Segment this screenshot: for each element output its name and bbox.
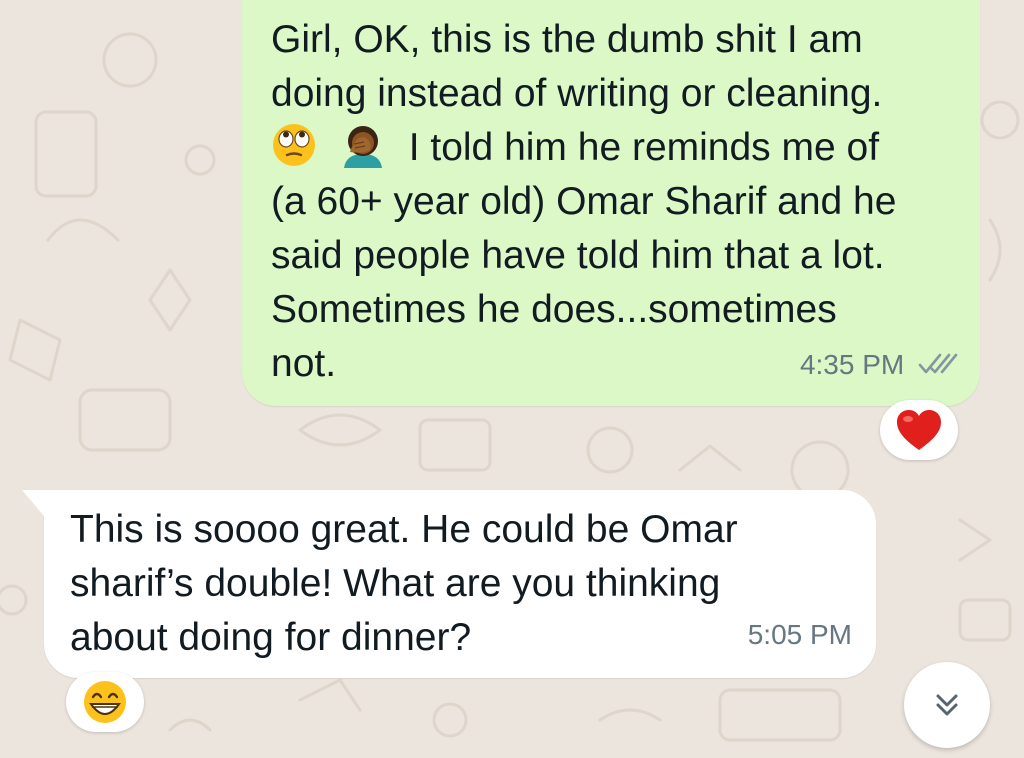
incoming-message-text: This is soooo great. He could be Omar sh… <box>70 503 738 665</box>
read-ticks-icon <box>918 353 958 374</box>
person-facepalming-emoji <box>343 126 382 168</box>
red-heart-emoji <box>897 410 941 450</box>
outgoing-message-bubble[interactable]: Girl, OK, this is the dumb shit I am doi… <box>242 0 980 406</box>
message-timestamp: 5:05 PM <box>747 619 852 650</box>
face-with-rolling-eyes-emoji <box>273 124 315 166</box>
message-line: Girl, OK, this is the dumb shit I am <box>271 18 863 61</box>
message-timestamp: 4:35 PM <box>799 349 905 380</box>
message-line: said people have told him that a lot. <box>271 234 885 277</box>
message-line: (a 60+ year old) Omar Sharif and he <box>271 180 897 223</box>
message-meta: 4:35 PM <box>800 338 960 392</box>
grinning-face-with-smiling-eyes-emoji <box>84 681 126 723</box>
incoming-message-bubble[interactable]: This is soooo great. He could be Omar sh… <box>22 490 876 678</box>
message-line: doing instead of writing or cleaning. <box>271 72 883 115</box>
message-reaction[interactable] <box>880 400 958 460</box>
message-reaction[interactable] <box>66 672 144 732</box>
message-line-with-emojis: I told him he reminds me of <box>271 121 896 175</box>
scroll-to-bottom-button[interactable] <box>904 662 990 748</box>
message-line: about doing for dinner? <box>70 616 472 659</box>
double-chevron-down-icon <box>936 694 958 716</box>
outgoing-message-text: Girl, OK, this is the dumb shit I am doi… <box>271 13 896 391</box>
message-line: Sometimes he does...sometimes <box>271 288 837 331</box>
message-line: This is soooo great. He could be Omar <box>70 508 738 551</box>
message-line: sharif’s double! What are you thinking <box>70 562 721 605</box>
message-line: I told him he reminds me of <box>408 126 880 169</box>
